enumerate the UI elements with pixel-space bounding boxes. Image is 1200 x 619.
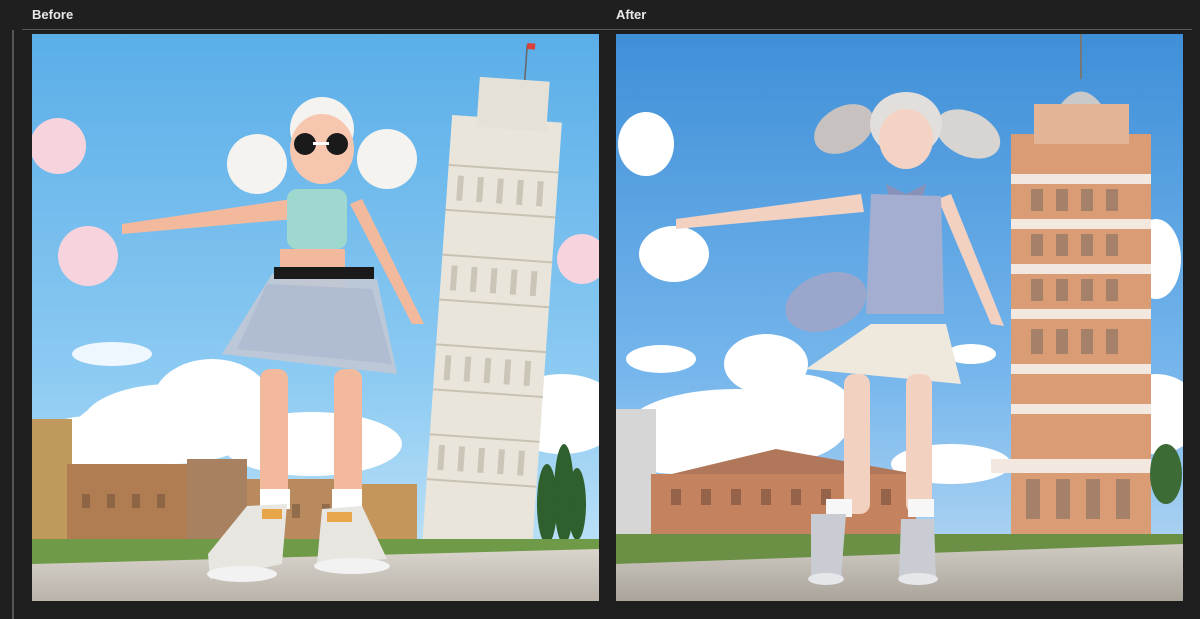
after-label: After [616,7,647,22]
before-image [32,34,599,601]
before-label: Before [32,7,74,22]
after-image [616,34,1183,601]
comparison-header: Before After [0,0,1200,30]
header-divider [22,29,1192,30]
left-divider-line [12,30,14,619]
